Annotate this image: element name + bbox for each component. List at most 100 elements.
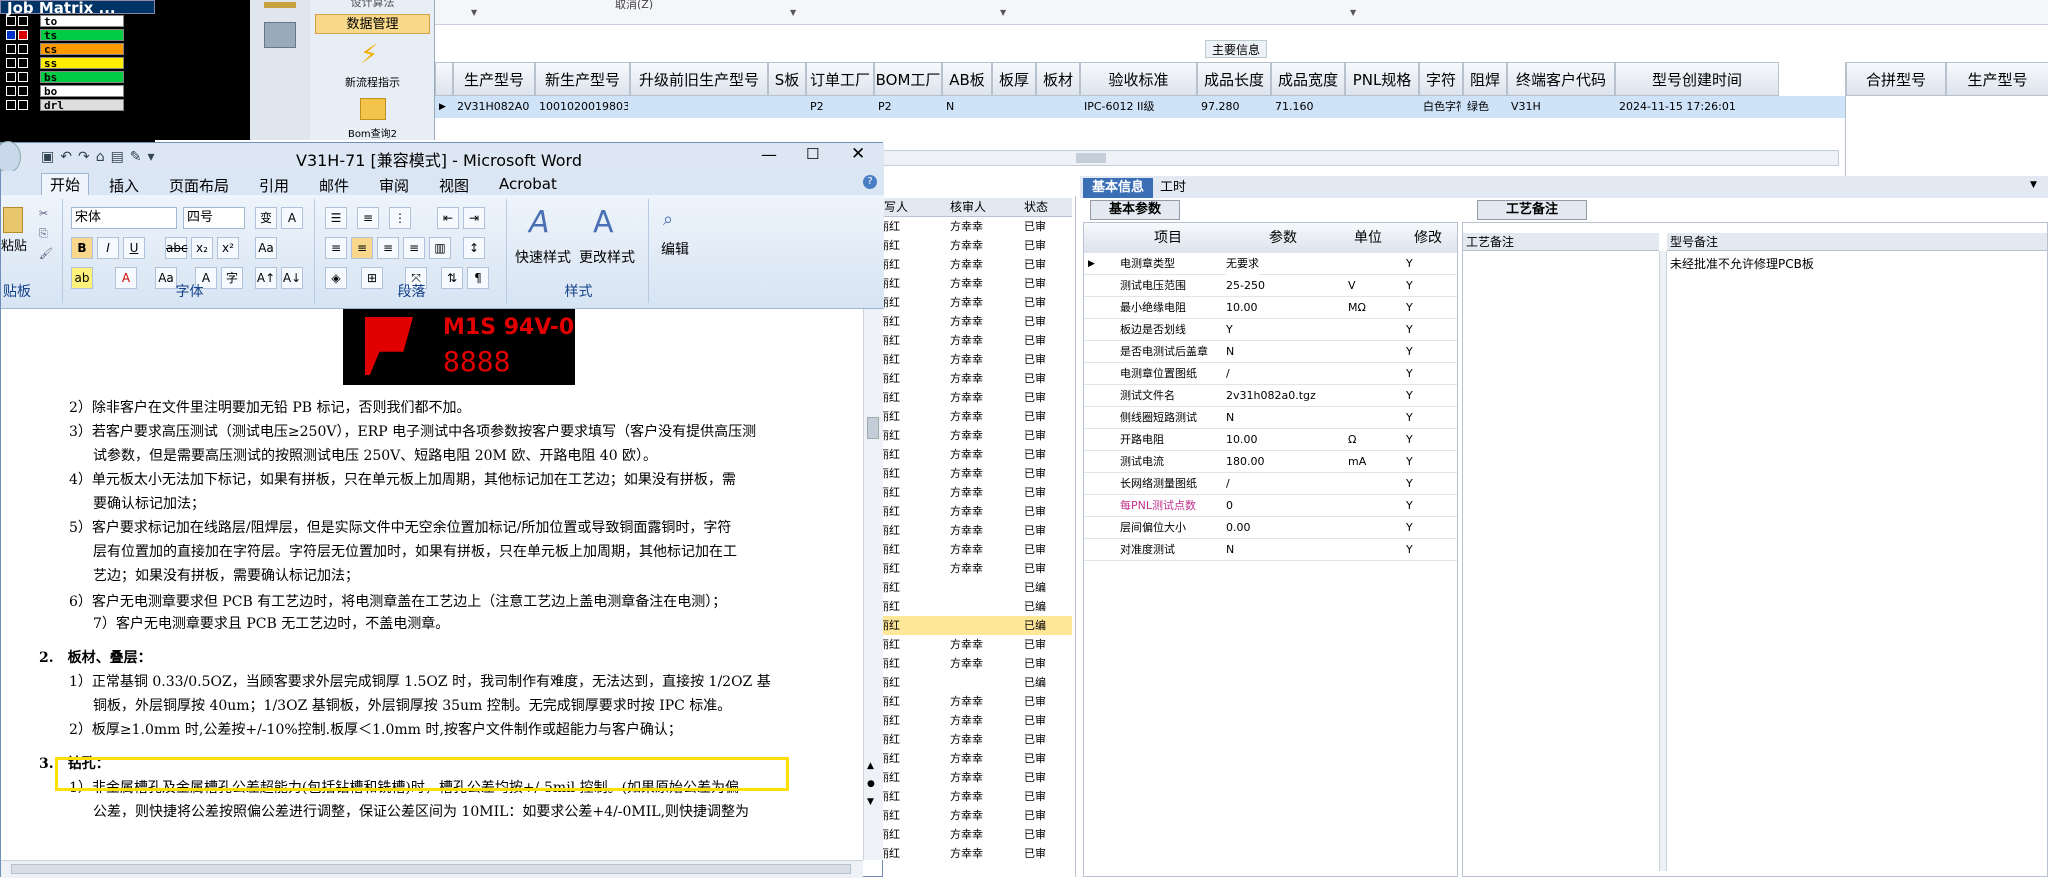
quick-access-toolbar[interactable]: ▣↶↷⌂▤✎▾	[41, 149, 161, 165]
column-header[interactable]: 工艺备注	[1463, 233, 1659, 251]
param-row[interactable]: 测试电压范围 25-250 V Y	[1084, 275, 1457, 297]
layer-row[interactable]: to	[0, 14, 155, 28]
layer-checkbox[interactable]	[18, 58, 28, 68]
list-item[interactable]: 丽红 方幸幸 已审	[876, 692, 1072, 711]
list-item[interactable]: 丽红 方幸幸 已审	[876, 464, 1072, 483]
document-body[interactable]: M1S 94V-0 8888 2）除非客户在文件里注明要加无铅 PB 标记，否则…	[1, 309, 861, 860]
paste-icon[interactable]	[3, 207, 23, 233]
table-row[interactable]: ▶ 2V31H082A0 10010200198036 P2 P2 N IPC-6012 …	[435, 96, 1845, 118]
layer-label[interactable]: bs	[40, 71, 124, 84]
param-value[interactable]: 25-250	[1226, 275, 1265, 297]
layer-checkbox[interactable]	[18, 30, 28, 40]
param-modify[interactable]: Y	[1406, 363, 1413, 385]
list-item[interactable]: 丽红 方幸幸 已审	[876, 369, 1072, 388]
table-cell[interactable]: P2	[878, 96, 940, 118]
list-item[interactable]: 丽红 方幸幸 已审	[876, 711, 1072, 730]
tab-work-hours[interactable]: 工时	[1160, 178, 1200, 198]
column-header[interactable]: 参数	[1269, 223, 1297, 253]
layer-checkbox[interactable]	[18, 16, 28, 26]
list-item[interactable]: 丽红 已编	[876, 616, 1072, 635]
column-header[interactable]: 字符	[1419, 62, 1463, 96]
column-header[interactable]: 升级前旧生产型号	[630, 62, 768, 96]
column-header[interactable]: 合拼型号	[1846, 62, 1946, 96]
edit-button[interactable]: 编辑	[661, 239, 689, 259]
list-item[interactable]: 丽红 已编	[876, 578, 1072, 597]
list-item[interactable]: 丽红 方幸幸 已审	[876, 388, 1072, 407]
layer-label[interactable]: ts	[40, 29, 124, 42]
column-header[interactable]: 订单工厂	[806, 62, 874, 96]
table-cell[interactable]: N	[946, 96, 990, 118]
list-item[interactable]: 丽红 方幸幸 已审	[876, 806, 1072, 825]
machine-icon[interactable]	[264, 22, 296, 48]
column-header[interactable]: 成品长度	[1197, 62, 1271, 96]
multilevel-list-icon[interactable]: ⋮	[389, 207, 411, 229]
column-header[interactable]: 阻焊	[1463, 62, 1507, 96]
dropdown-arrow-icon[interactable]: ▼	[2030, 180, 2037, 190]
list-item[interactable]: 丽红 方幸幸 已审	[876, 502, 1072, 521]
list-item[interactable]: 丽红 方幸幸 已审	[876, 825, 1072, 844]
tab-basic-params[interactable]: 基本参数	[1090, 200, 1180, 220]
align-right-icon[interactable]: ≡	[377, 237, 399, 259]
param-row[interactable]: 长网络测量图纸 / Y	[1084, 473, 1457, 495]
italic-icon[interactable]: I	[97, 237, 119, 259]
param-row[interactable]: 侧线圈短路测试 N Y	[1084, 407, 1457, 429]
nav-item-bom-query[interactable]: Bom查询2	[315, 125, 430, 140]
tab-basic-info[interactable]: 基本信息	[1083, 178, 1153, 198]
clear-format-icon[interactable]: A	[281, 207, 303, 229]
list-item[interactable]: 丽红 方幸幸 已审	[876, 635, 1072, 654]
change-style-icon[interactable]: A	[593, 205, 614, 240]
font-grow-icon[interactable]: 变	[255, 207, 277, 229]
increase-indent-icon[interactable]: ⇥	[463, 207, 485, 229]
column-header[interactable]: 型号备注	[1667, 233, 2047, 251]
layer-checkbox[interactable]	[6, 72, 16, 82]
column-header[interactable]: 型号创建时间	[1615, 62, 1779, 96]
param-modify[interactable]: Y	[1406, 539, 1413, 561]
layer-row[interactable]: ts	[0, 28, 155, 42]
table-cell[interactable]: 71.160	[1275, 96, 1343, 118]
nav-item-new-flow[interactable]: 新流程指示	[315, 74, 430, 90]
change-case-icon[interactable]: Aa	[255, 237, 277, 259]
list-item[interactable]: 丽红 方幸幸 已审	[876, 521, 1072, 540]
layer-row[interactable]: bo	[0, 84, 155, 98]
param-value[interactable]: 0	[1226, 495, 1233, 517]
param-row[interactable]: 最小绝缘电阻 10.00 MΩ Y	[1084, 297, 1457, 319]
distributed-icon[interactable]: ▥	[429, 237, 451, 259]
list-item[interactable]: 丽红 方幸幸 已审	[876, 407, 1072, 426]
layer-checkbox[interactable]	[18, 86, 28, 96]
layer-checkbox[interactable]	[6, 100, 16, 110]
param-value[interactable]: 180.00	[1226, 451, 1265, 473]
column-header[interactable]: 状态	[1024, 198, 1048, 217]
param-row[interactable]: 测试文件名 2v31h082a0.tgz Y	[1084, 385, 1457, 407]
list-item[interactable]: 丽红 方幸幸 已审	[876, 312, 1072, 331]
find-icon[interactable]: ⌕	[663, 209, 673, 230]
param-modify[interactable]: Y	[1406, 385, 1413, 407]
scroll-up-icon[interactable]: ▲	[867, 761, 874, 771]
list-item[interactable]: 丽红 方幸幸 已审	[876, 559, 1072, 578]
param-value[interactable]: N	[1226, 341, 1234, 363]
tab-view[interactable]: 视图	[439, 175, 469, 196]
column-header[interactable]: 验收标准	[1080, 62, 1197, 96]
column-header[interactable]: 项目	[1154, 223, 1182, 253]
param-modify[interactable]: Y	[1406, 451, 1413, 473]
horizontal-scrollbar[interactable]	[1, 860, 863, 878]
list-item[interactable]: 丽红 方幸幸 已审	[876, 350, 1072, 369]
param-value[interactable]: /	[1226, 363, 1230, 385]
scroll-thumb[interactable]	[867, 417, 879, 439]
tab-mailings[interactable]: 邮件	[319, 175, 349, 196]
param-value[interactable]: 2v31h082a0.tgz	[1226, 385, 1316, 407]
nav-item-design[interactable]: 设计算法	[315, 0, 430, 10]
table-cell[interactable]: 97.280	[1201, 96, 1269, 118]
list-item[interactable]: 丽红 已编	[876, 673, 1072, 692]
column-header[interactable]: 修改	[1414, 223, 1442, 253]
table-cell[interactable]: P2	[810, 96, 872, 118]
cut-icon[interactable]: ✂	[39, 207, 48, 220]
scroll-thumb[interactable]	[1076, 153, 1106, 163]
param-modify[interactable]: Y	[1406, 407, 1413, 429]
numbering-icon[interactable]: ≡	[357, 207, 379, 229]
layer-row[interactable]: ss	[0, 56, 155, 70]
layer-checkbox[interactable]	[6, 58, 16, 68]
table-cell[interactable]: 白色字符	[1423, 96, 1461, 118]
tab-insert[interactable]: 插入	[109, 175, 139, 196]
param-row[interactable]: 每PNL测试点数 0 Y	[1084, 495, 1457, 517]
font-name-combo[interactable]: 宋体	[71, 207, 177, 229]
